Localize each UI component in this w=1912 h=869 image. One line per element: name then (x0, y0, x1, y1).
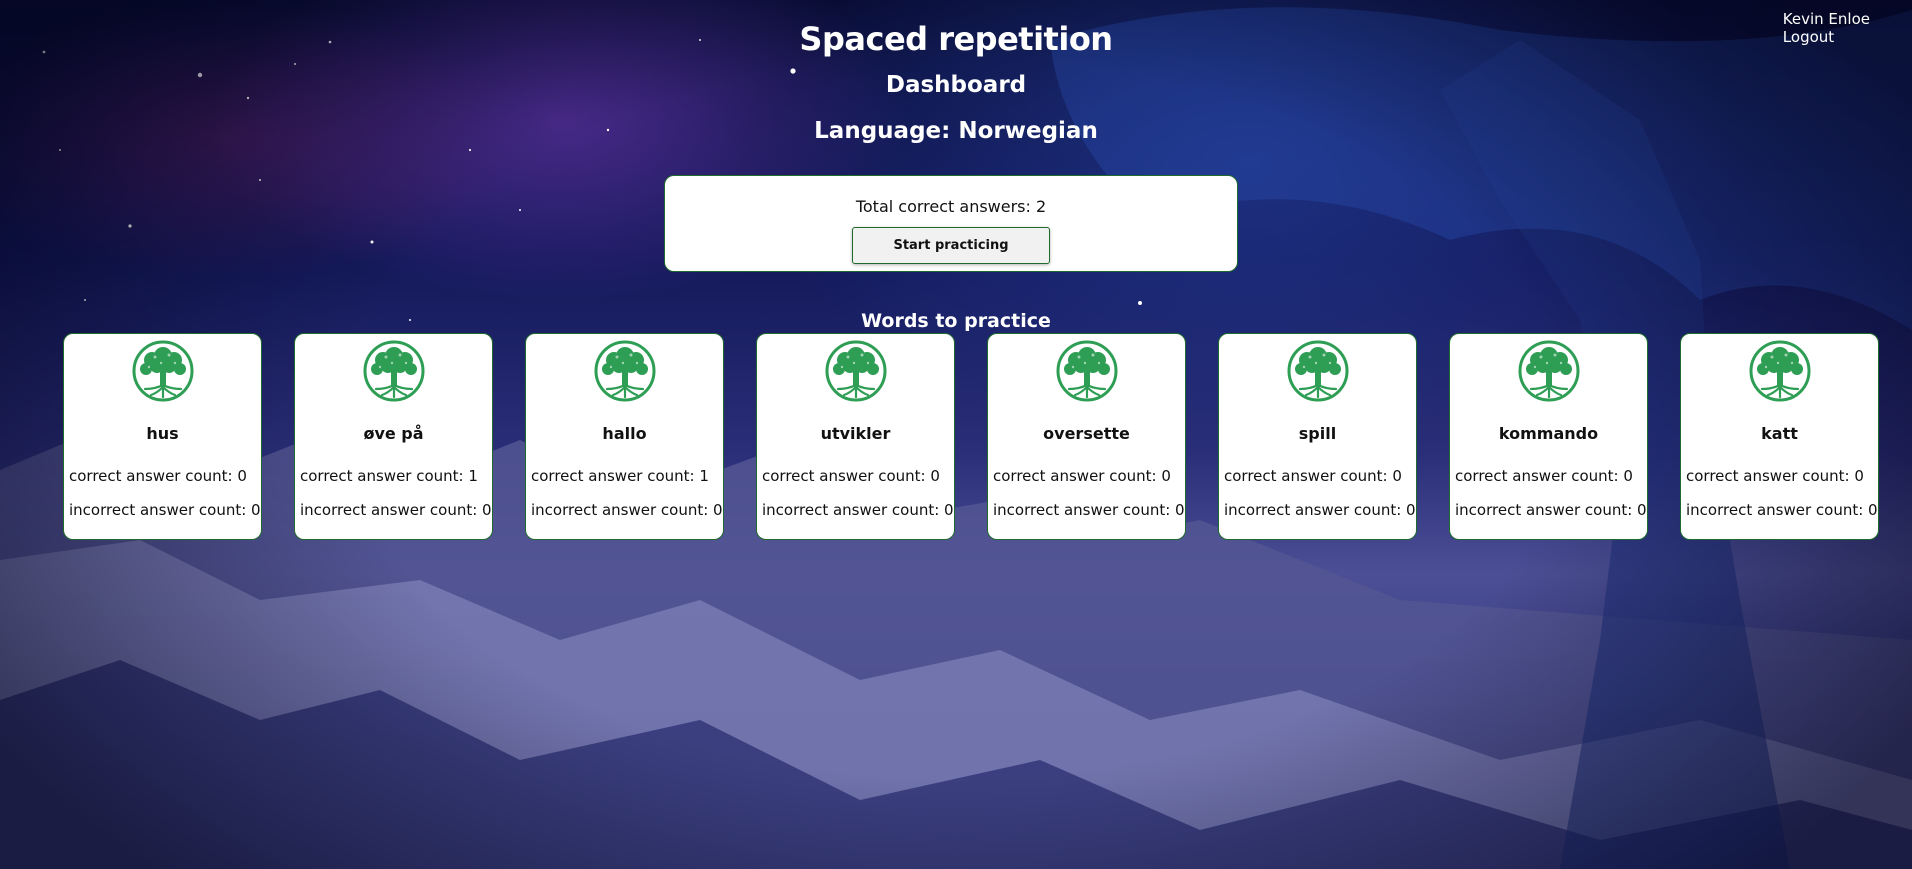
correct-answer-count: correct answer count: 0 (993, 467, 1171, 485)
app-title: Spaced repetition (799, 20, 1113, 58)
summary-panel: Total correct answers: 2 Start practicin… (664, 175, 1238, 272)
incorrect-answer-count: incorrect answer count: 0 (762, 501, 954, 519)
correct-answer-count: correct answer count: 0 (1686, 467, 1864, 485)
start-practicing-button[interactable]: Start practicing (852, 227, 1050, 264)
correct-answer-count: correct answer count: 0 (762, 467, 940, 485)
tree-of-life-icon (593, 339, 657, 403)
word-card[interactable]: hus correct answer count: 0 incorrect an… (63, 333, 262, 540)
correct-answer-count: correct answer count: 0 (1455, 467, 1633, 485)
tree-of-life-icon (1055, 339, 1119, 403)
incorrect-answer-count: incorrect answer count: 0 (1455, 501, 1647, 519)
word-text: oversette (1043, 424, 1130, 443)
incorrect-answer-count: incorrect answer count: 0 (300, 501, 492, 519)
tree-of-life-icon (1286, 339, 1350, 403)
language-heading: Language: Norwegian (814, 118, 1098, 144)
correct-answer-count: correct answer count: 1 (300, 467, 478, 485)
word-card[interactable]: kommando correct answer count: 0 incorre… (1449, 333, 1648, 540)
word-text: katt (1761, 424, 1798, 443)
tree-of-life-icon (362, 339, 426, 403)
page-title: Dashboard (885, 72, 1027, 98)
correct-answer-count: correct answer count: 0 (1224, 467, 1402, 485)
incorrect-answer-count: incorrect answer count: 0 (1686, 501, 1878, 519)
word-text: kommando (1498, 424, 1599, 443)
total-correct-answers: Total correct answers: 2 (855, 197, 1047, 216)
word-card[interactable]: utvikler correct answer count: 0 incorre… (756, 333, 955, 540)
word-card[interactable]: oversette correct answer count: 0 incorr… (987, 333, 1186, 540)
page-header: Spaced repetition Dashboard Language: No… (0, 18, 1912, 146)
incorrect-answer-count: incorrect answer count: 0 (1224, 501, 1416, 519)
incorrect-answer-count: incorrect answer count: 0 (531, 501, 723, 519)
word-card-list: hus correct answer count: 0 incorrect an… (63, 333, 1879, 540)
word-text: hallo (602, 424, 647, 443)
word-text: utvikler (820, 424, 891, 443)
tree-of-life-icon (824, 339, 888, 403)
tree-of-life-icon (1517, 339, 1581, 403)
correct-answer-count: correct answer count: 1 (531, 467, 709, 485)
tree-of-life-icon (1748, 339, 1812, 403)
word-text: øve på (363, 424, 424, 443)
word-card[interactable]: katt correct answer count: 0 incorrect a… (1680, 333, 1879, 540)
tree-of-life-icon (131, 339, 195, 403)
word-card[interactable]: hallo correct answer count: 1 incorrect … (525, 333, 724, 540)
word-text: hus (146, 424, 179, 443)
word-text: spill (1298, 424, 1337, 443)
word-card[interactable]: spill correct answer count: 0 incorrect … (1218, 333, 1417, 540)
word-card[interactable]: øve på correct answer count: 1 incorrect… (294, 333, 493, 540)
correct-answer-count: correct answer count: 0 (69, 467, 247, 485)
incorrect-answer-count: incorrect answer count: 0 (69, 501, 261, 519)
words-to-practice-heading: Words to practice (861, 310, 1051, 332)
incorrect-answer-count: incorrect answer count: 0 (993, 501, 1185, 519)
